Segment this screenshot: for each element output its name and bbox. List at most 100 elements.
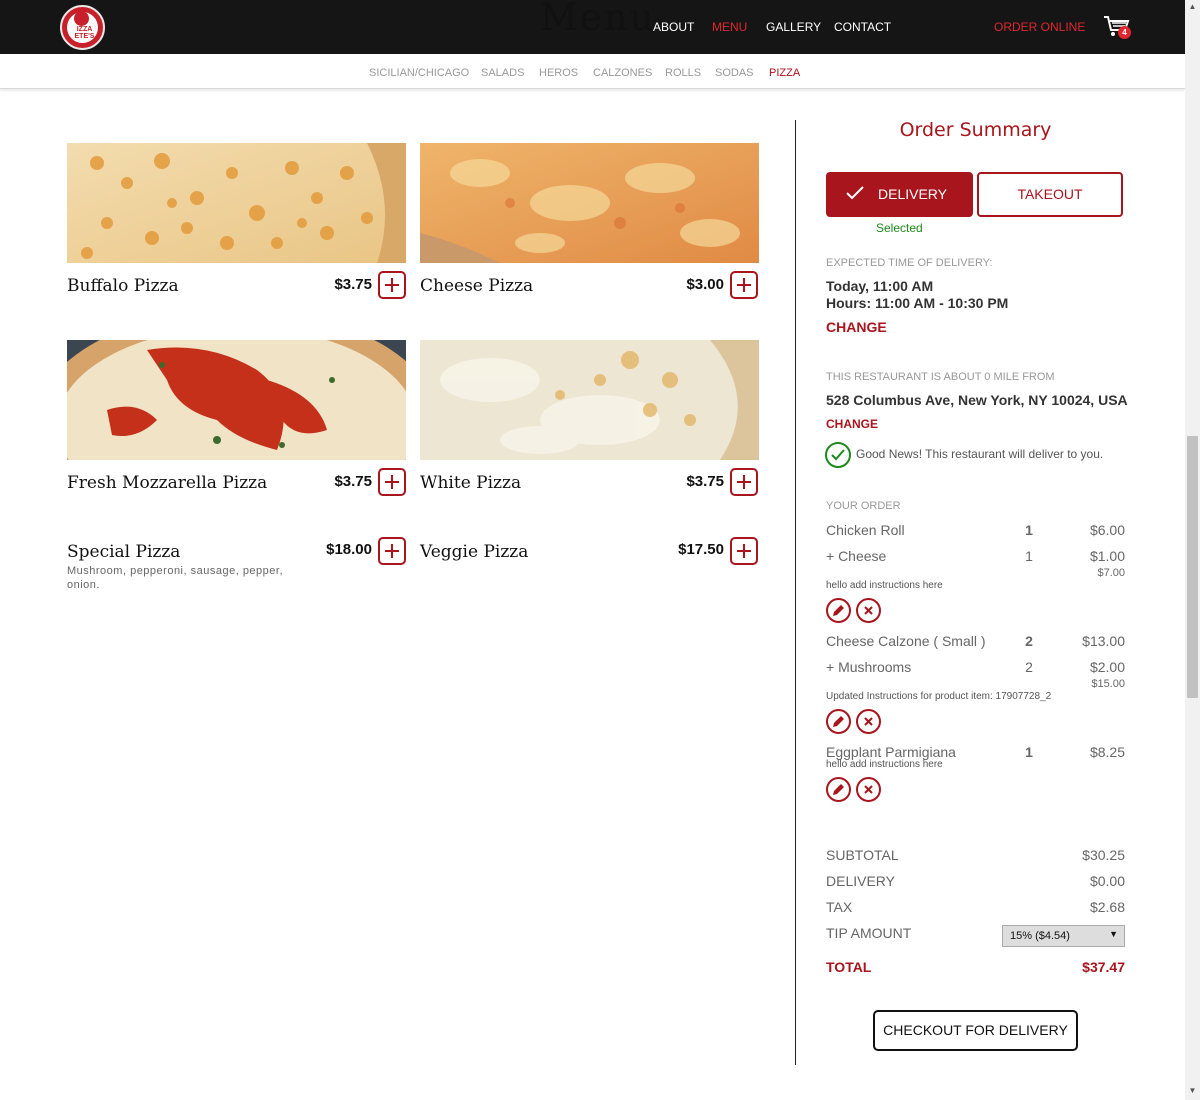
category-sodas[interactable]: SODAS <box>715 67 754 79</box>
order-item-name: Eggplant Parmigiana <box>826 744 956 760</box>
order-summary-title: Order Summary <box>899 119 1052 141</box>
order-item-addon-qty: 2 <box>1025 659 1033 675</box>
add-special-pizza-button[interactable] <box>378 537 406 565</box>
logo-pizza-mark <box>74 11 89 26</box>
tax-value: $2.68 <box>1089 899 1125 915</box>
change-time-link[interactable]: CHANGE <box>826 319 887 335</box>
product-price-buffalo-pizza: $3.75 <box>334 276 372 293</box>
scroll-thumb[interactable] <box>1187 436 1198 698</box>
product-name-fresh-mozzarella-pizza[interactable]: Fresh Mozzarella Pizza <box>67 473 267 493</box>
order-item-name: Cheese Calzone ( Small ) <box>826 633 986 649</box>
restaurant-hours: Hours: 11:00 AM - 10:30 PM <box>826 295 1009 311</box>
expected-time-label: EXPECTED TIME OF DELIVERY: <box>826 257 993 269</box>
order-item-price: $8.25 <box>1089 744 1125 760</box>
restaurant-logo[interactable]: IZZA ETE'S <box>60 5 105 50</box>
checkout-for-delivery-button[interactable]: CHECKOUT FOR DELIVERY <box>873 1010 1078 1051</box>
tip-amount-label: TIP AMOUNT <box>826 925 912 941</box>
change-address-link[interactable]: CHANGE <box>826 417 878 431</box>
category-bar: SICILIAN/CHICAGO SALADS HEROS CALZONES R… <box>0 55 1185 89</box>
category-pizza[interactable]: PIZZA <box>769 67 800 79</box>
order-item-qty: 2 <box>1025 633 1033 649</box>
order-item-total: $7.00 <box>1097 567 1125 579</box>
order-item-instructions: hello add instructions here <box>826 580 943 591</box>
order-item-total: $15.00 <box>1091 678 1125 690</box>
product-name-special-pizza[interactable]: Special Pizza <box>67 542 180 562</box>
delivery-fee-value: $0.00 <box>1089 873 1125 889</box>
cheese-pizza-image[interactable] <box>420 143 759 263</box>
category-salads[interactable]: SALADS <box>481 67 524 79</box>
logo-text: IZZA ETE'S <box>74 26 95 40</box>
add-cheese-pizza-button[interactable] <box>730 271 758 299</box>
product-price-cheese-pizza: $3.00 <box>686 276 724 293</box>
top-navigation-bar: IZZA ETE'S Menu ABOUT MENU GALLERY CONTA… <box>0 0 1185 54</box>
takeout-button[interactable]: TAKEOUT <box>977 172 1123 217</box>
nav-menu[interactable]: MENU <box>712 20 747 34</box>
order-item-addon-price: $2.00 <box>1089 659 1125 675</box>
add-fresh-mozzarella-pizza-button[interactable] <box>378 468 406 496</box>
order-item-qty: 1 <box>1025 744 1033 760</box>
cart-count-badge: 4 <box>1118 26 1131 39</box>
category-sicilian-chicago[interactable]: SICILIAN/CHICAGO <box>369 67 469 79</box>
order-item-addon-price: $1.00 <box>1089 548 1125 564</box>
category-heros[interactable]: HEROS <box>539 67 578 79</box>
scroll-up-arrow-icon[interactable]: ▲ <box>1185 2 1200 11</box>
product-name-white-pizza[interactable]: White Pizza <box>420 473 521 493</box>
delivery-address: 528 Columbus Ave, New York, NY 10024, US… <box>826 392 1128 408</box>
product-description-special-pizza: Mushroom, pepperoni, sausage, pepper, on… <box>67 565 284 591</box>
your-order-label: YOUR ORDER <box>826 500 901 512</box>
nav-gallery[interactable]: GALLERY <box>766 20 821 34</box>
remove-item-close-icon[interactable] <box>856 598 881 623</box>
product-price-white-pizza: $3.75 <box>686 473 724 490</box>
order-online-link[interactable]: ORDER ONLINE <box>994 20 1085 34</box>
order-item-qty: 1 <box>1025 522 1033 538</box>
category-rolls[interactable]: ROLLS <box>665 67 701 79</box>
expected-time-value: Today, 11:00 AM <box>826 278 934 294</box>
checkmark-icon <box>846 186 864 200</box>
add-buffalo-pizza-button[interactable] <box>378 271 406 299</box>
order-item-price: $13.00 <box>1082 633 1125 649</box>
delivery-availability-message: Good News! This restaurant will deliver … <box>856 447 1104 461</box>
order-item-price: $6.00 <box>1089 522 1125 538</box>
page-scrollbar[interactable]: ▲ ▼ <box>1185 0 1200 1100</box>
column-divider <box>795 120 796 1065</box>
product-price-fresh-mozzarella-pizza: $3.75 <box>334 473 372 490</box>
delivery-button-label: DELIVERY <box>878 186 947 202</box>
tax-label: TAX <box>826 899 853 915</box>
tip-selected-value: 15% ($4.54) <box>1010 930 1070 942</box>
white-pizza-image[interactable] <box>420 340 759 460</box>
remove-item-close-icon[interactable] <box>856 777 881 802</box>
subtotal-value: $30.25 <box>1082 847 1125 863</box>
subtotal-label: SUBTOTAL <box>826 847 899 863</box>
total-value: $37.47 <box>1082 959 1125 975</box>
product-price-veggie-pizza: $17.50 <box>678 541 724 558</box>
delivery-button[interactable]: DELIVERY <box>826 172 973 217</box>
dropdown-arrow-icon: ▼ <box>1109 929 1118 939</box>
order-item-addon-qty: 1 <box>1025 548 1033 564</box>
order-item-instructions: Updated Instructions for product item: 1… <box>826 691 1052 702</box>
remove-item-close-icon[interactable] <box>856 709 881 734</box>
order-item-addon-name: + Mushrooms <box>826 659 912 675</box>
edit-item-pencil-icon[interactable] <box>826 598 851 623</box>
order-item-instructions: hello add instructions here <box>826 759 943 770</box>
nav-about[interactable]: ABOUT <box>653 20 694 34</box>
edit-item-pencil-icon[interactable] <box>826 777 851 802</box>
product-name-buffalo-pizza[interactable]: Buffalo Pizza <box>67 276 179 296</box>
scroll-down-arrow-icon[interactable]: ▼ <box>1185 1086 1200 1095</box>
product-name-cheese-pizza[interactable]: Cheese Pizza <box>420 276 533 296</box>
fresh-mozzarella-pizza-image[interactable] <box>67 340 406 460</box>
delivery-fee-label: DELIVERY <box>826 873 895 889</box>
nav-contact[interactable]: CONTACT <box>834 20 891 34</box>
category-calzones[interactable]: CALZONES <box>593 67 652 79</box>
edit-item-pencil-icon[interactable] <box>826 709 851 734</box>
order-item-addon-name: + Cheese <box>826 548 887 564</box>
product-price-special-pizza: $18.00 <box>326 541 372 558</box>
total-label: TOTAL <box>826 959 872 975</box>
add-white-pizza-button[interactable] <box>730 468 758 496</box>
distance-label: THIS RESTAURANT IS ABOUT 0 MILE FROM <box>826 371 1055 383</box>
page-title: Menu <box>540 0 656 39</box>
product-name-veggie-pizza[interactable]: Veggie Pizza <box>420 542 528 562</box>
add-veggie-pizza-button[interactable] <box>730 537 758 565</box>
buffalo-pizza-image[interactable] <box>67 143 406 263</box>
tip-amount-select[interactable]: 15% ($4.54) ▼ <box>1002 925 1125 947</box>
order-item-name: Chicken Roll <box>826 522 905 538</box>
